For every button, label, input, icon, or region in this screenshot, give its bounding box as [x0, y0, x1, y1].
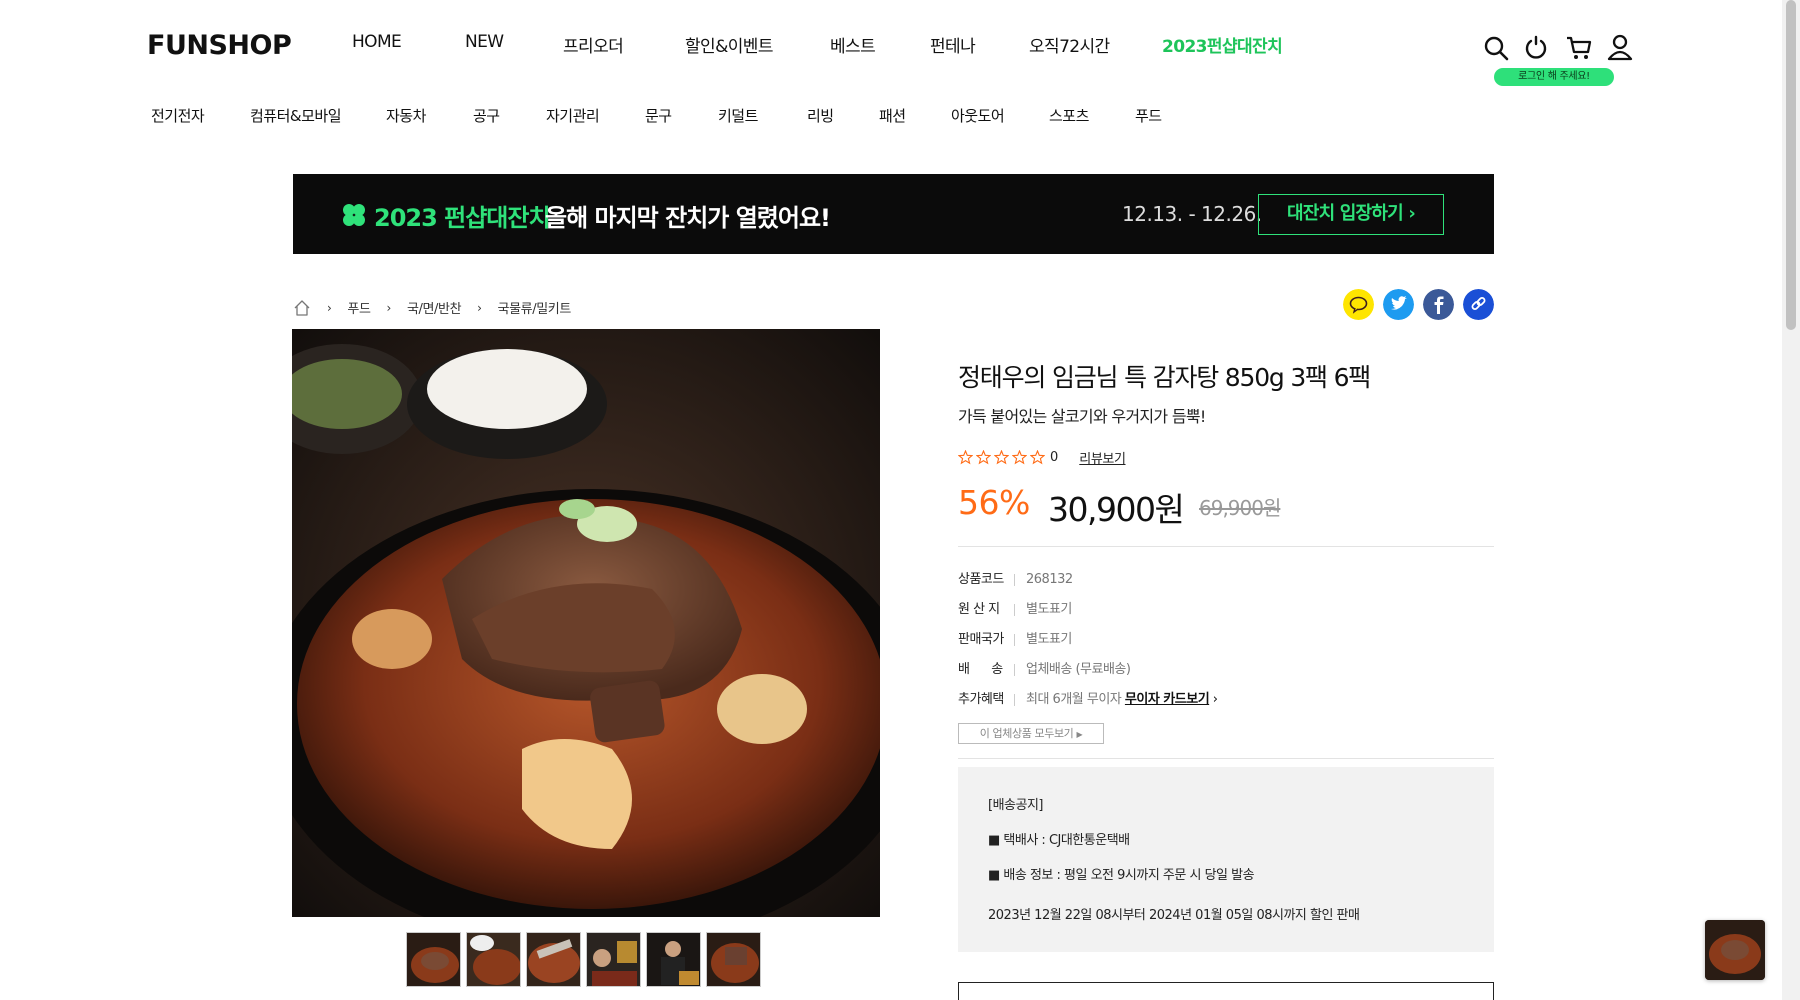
cart-icon[interactable]	[1565, 34, 1593, 62]
triangle-right-icon: ▶	[1076, 730, 1083, 739]
user-icon[interactable]	[1607, 33, 1633, 61]
nav-preorder[interactable]: 프리오더	[563, 32, 685, 57]
rating-count: 0	[1050, 450, 1059, 465]
brand-all-products-button[interactable]: 이 업체상품 모두보기 ▶	[958, 723, 1104, 744]
twitter-icon[interactable]	[1383, 289, 1414, 320]
category-fashion[interactable]: 패션	[879, 105, 906, 126]
original-price: 69,900원	[1199, 496, 1281, 520]
category-kidult[interactable]: 키덜트	[718, 105, 758, 126]
category-sports[interactable]: 스포츠	[1049, 105, 1089, 126]
discount-rate: 56%	[958, 483, 1030, 522]
banner-subtitle: 올해 마지막 잔치가 열렸어요!	[545, 204, 831, 232]
sale-price: 30,900원	[1048, 490, 1185, 529]
category-stationery[interactable]: 문구	[645, 105, 672, 126]
funshop-logo[interactable]: FUNSHOP	[147, 30, 292, 61]
notice-line: 2023년 12월 22일 08시부터 2024년 01월 05일 08시까지 …	[988, 908, 1360, 923]
thumbnail-2[interactable]	[466, 932, 521, 987]
thumbnail-1[interactable]	[406, 932, 461, 987]
product-main-image[interactable]	[292, 329, 880, 917]
banner-date: 12.13. - 12.26.	[1122, 202, 1262, 226]
info-label: 원 산 지	[958, 602, 1000, 617]
divider	[958, 758, 1494, 759]
facebook-icon[interactable]	[1423, 289, 1454, 320]
main-nav: HOME NEW 프리오더 할인&이벤트 베스트 펀테나 오직72시간 2023…	[352, 32, 1283, 57]
power-icon[interactable]	[1523, 35, 1549, 61]
nav-home[interactable]: HOME	[352, 32, 465, 57]
banner-title: 2023 펀샵대잔치	[374, 204, 551, 232]
home-icon[interactable]	[293, 299, 311, 317]
info-row-code: 상품코드 268132	[958, 568, 1073, 587]
chevron-right-icon: ›	[477, 300, 482, 315]
category-selfcare[interactable]: 자기관리	[546, 105, 600, 126]
thumbnail-6[interactable]	[706, 932, 761, 987]
info-row-origin: 원 산 지 별도표기	[958, 598, 1072, 617]
breadcrumb: › 푸드 › 국/면/반찬 › 국물류/밀키트	[293, 298, 571, 317]
category-living[interactable]: 리빙	[807, 105, 834, 126]
info-value: 268132	[1026, 572, 1073, 587]
category-computer-mobile[interactable]: 컴퓨터&모바일	[250, 105, 342, 126]
breadcrumb-soup-noodle[interactable]: 국/면/반찬	[407, 298, 462, 317]
notice-line: ■ 배송 정보 : 평일 오전 9시까지 주문 시 당일 발송	[988, 868, 1255, 883]
star-icon	[958, 450, 973, 465]
notice-line: ■ 택배사 : CJ대한통운택배	[988, 833, 1130, 848]
chevron-right-icon: ›	[386, 300, 392, 315]
category-car[interactable]: 자동차	[386, 105, 426, 126]
info-row-shipping: 배 송 업체배송 (무료배송)	[958, 658, 1131, 677]
info-label: 배 송	[958, 662, 1003, 677]
info-label: 판매국가	[958, 632, 1004, 647]
thumbnail-3[interactable]	[526, 932, 581, 987]
star-icon	[976, 450, 991, 465]
search-icon[interactable]	[1482, 34, 1510, 62]
product-title: 정태우의 임금님 특 감자탕 850g 3팩 6팩	[958, 363, 1371, 392]
info-label: 상품코드	[958, 572, 1004, 587]
breadcrumb-food[interactable]: 푸드	[347, 298, 371, 317]
category-outdoor[interactable]: 아웃도어	[951, 105, 1005, 126]
info-label: 추가혜택	[958, 692, 1004, 707]
chevron-right-icon: ›	[1212, 692, 1218, 707]
info-value: 별도표기	[1026, 632, 1072, 647]
brand-all-products-label: 이 업체상품 모두보기	[979, 727, 1074, 740]
nav-sale-event[interactable]: 할인&이벤트	[685, 32, 830, 57]
info-row-benefit: 추가혜택 최대 6개월 무이자 무이자 카드보기 ›	[958, 688, 1218, 707]
festival-enter-label: 대잔치 입장하기	[1287, 203, 1404, 224]
page-scrollbar[interactable]	[1782, 0, 1800, 1000]
divider	[958, 546, 1494, 547]
nav-72hours[interactable]: 오직72시간	[1029, 32, 1162, 57]
review-link[interactable]: 리뷰보기	[1079, 448, 1126, 467]
category-tools[interactable]: 공구	[473, 105, 500, 126]
info-value: 별도표기	[1026, 602, 1072, 617]
recent-viewed-thumbnail[interactable]	[1705, 920, 1765, 980]
info-value: 업체배송 (무료배송)	[1026, 662, 1131, 677]
festival-banner[interactable]: 2023 펀샵대잔치 올해 마지막 잔치가 열렸어요! 12.13. - 12.…	[293, 174, 1494, 254]
info-row-country: 판매국가 별도표기	[958, 628, 1072, 647]
category-electronics[interactable]: 전기전자	[151, 105, 205, 126]
star-icon	[1012, 450, 1027, 465]
star-icon	[1030, 450, 1045, 465]
clover-icon	[343, 204, 365, 226]
chevron-right-icon: ›	[1408, 203, 1415, 224]
interest-free-card-link[interactable]: 무이자 카드보기	[1125, 692, 1210, 707]
nav-2023-festival[interactable]: 2023펀샵대잔치	[1162, 32, 1283, 57]
kakao-icon[interactable]	[1343, 289, 1374, 320]
festival-enter-button[interactable]: 대잔치 입장하기 ›	[1258, 194, 1444, 235]
info-value: 최대 6개월 무이자	[1026, 692, 1122, 707]
chevron-right-icon: ›	[327, 300, 332, 315]
notice-line: [배송공지]	[988, 798, 1043, 813]
shipping-notice: [배송공지] ■ 택배사 : CJ대한통운택배 ■ 배송 정보 : 평일 오전 …	[958, 767, 1494, 952]
scrollbar-thumb[interactable]	[1786, 0, 1796, 330]
star-icon	[994, 450, 1009, 465]
product-subtitle: 가득 붙어있는 살코기와 우거지가 듬뿍!	[958, 407, 1206, 426]
nav-funtenna[interactable]: 펀테나	[930, 32, 1029, 57]
nav-best[interactable]: 베스트	[830, 32, 930, 57]
category-food[interactable]: 푸드	[1135, 105, 1162, 126]
login-tooltip[interactable]: 로그인 해 주세요!	[1494, 68, 1614, 86]
thumbnail-4[interactable]	[586, 932, 641, 987]
thumbnail-5[interactable]	[646, 932, 701, 987]
breadcrumb-soup-mealkit[interactable]: 국물류/밀키트	[498, 298, 572, 317]
link-icon[interactable]	[1463, 289, 1494, 320]
nav-new[interactable]: NEW	[465, 32, 563, 57]
rating: 0 리뷰보기	[958, 448, 1126, 467]
option-select-box[interactable]	[958, 982, 1494, 1000]
